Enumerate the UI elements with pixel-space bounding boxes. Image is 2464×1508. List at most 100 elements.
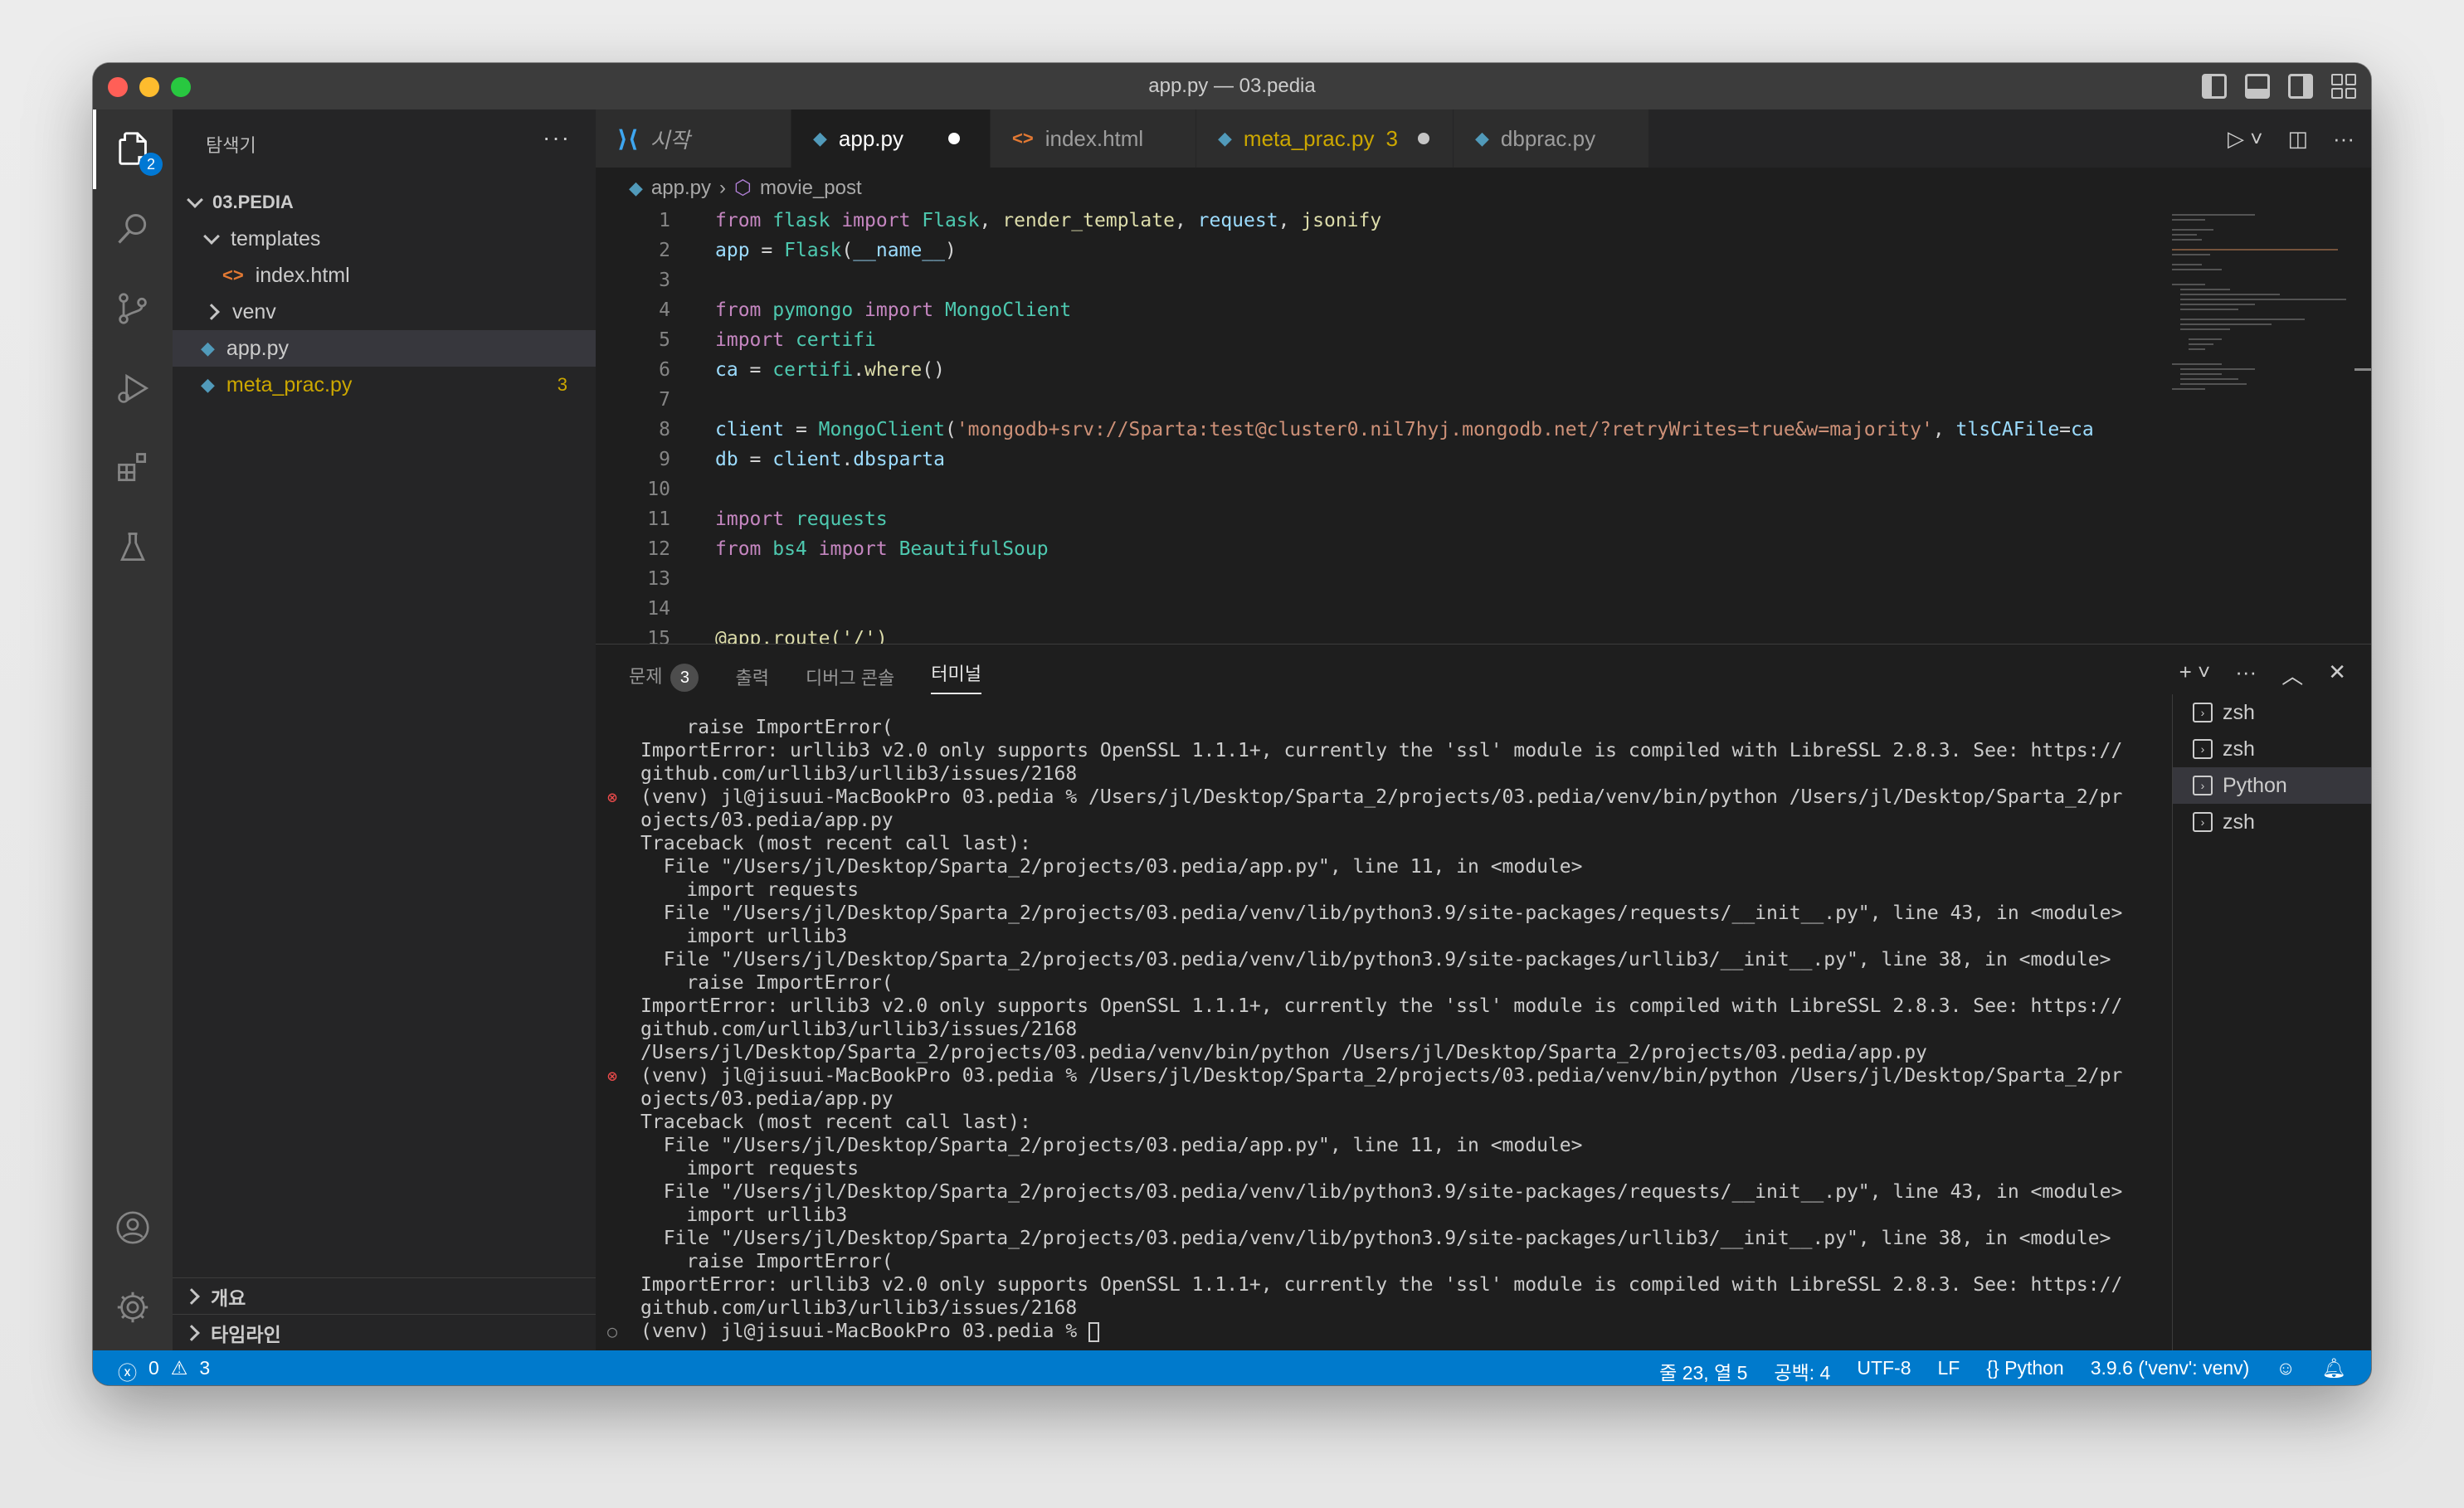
line-number: 6 [659,359,670,381]
tree-item-app-py[interactable]: ◆ app.py [173,330,596,367]
close-panel-icon[interactable]: ✕ [2328,659,2346,690]
terminal-line-text: File "/Users/jl/Desktop/Sparta_2/project… [640,902,2123,924]
line-number: 3 [659,270,670,291]
activity-bar: 2 [93,109,173,1350]
chevron-right-icon [183,1324,200,1341]
bell-icon[interactable]: 🔔︎ [2322,1357,2346,1385]
terminal-line: File "/Users/jl/Desktop/Sparta_2/project… [596,1180,2155,1204]
tab-dbprac[interactable]: ◆ dbprac.py [1454,109,1649,168]
tree-item-meta-prac[interactable]: ◆ meta_prac.py 3 [173,367,596,403]
tree-item-venv[interactable]: venv [173,294,596,330]
outline-section[interactable]: 개요 [173,1277,596,1314]
more-actions-icon[interactable]: ··· [2235,659,2257,690]
more-actions-icon[interactable]: ··· [2333,126,2354,152]
language-mode[interactable]: {} Python [1986,1357,2063,1385]
source-control-activity[interactable] [93,269,173,348]
terminal-line: raise ImportError( [596,971,2155,995]
tab-index-html[interactable]: <> index.html [991,109,1196,168]
terminal-output[interactable]: raise ImportError(ImportError: urllib3 v… [596,716,2155,1346]
toggle-sidebar-icon[interactable] [2202,74,2227,99]
terminal-session[interactable]: › zsh [2173,731,2371,767]
line-ending[interactable]: LF [1938,1357,1960,1385]
breadcrumb-file[interactable]: app.py [651,177,711,200]
explorer-header: 탐색기 [206,135,256,156]
terminal-line-text: raise ImportError( [640,717,894,738]
terminal-line-text: File "/Users/jl/Desktop/Sparta_2/project… [640,949,2111,970]
terminal-line: /Users/jl/Desktop/Sparta_2/projects/03.p… [596,1041,2155,1064]
maximize-panel-icon[interactable]: ︿ [2281,659,2303,690]
feedback-icon[interactable]: ☺ [2276,1357,2295,1385]
run-debug-activity[interactable] [93,348,173,428]
tab-terminal[interactable]: 터미널 [931,659,982,694]
tree-item-templates[interactable]: templates [173,221,596,257]
explorer-badge: 2 [139,153,163,176]
terminal-line-text: raise ImportError( [640,972,894,994]
tab-app-py[interactable]: ◆ app.py [791,109,991,168]
tab-meta-prac[interactable]: ◆ meta_prac.py 3 [1196,109,1454,168]
tab-debug-console[interactable]: 디버그 콘솔 [806,664,894,690]
run-debug-icon [118,373,149,403]
chevron-right-icon: › [718,176,726,199]
terminal-line: ojects/03.pedia/app.py [596,809,2155,832]
breadcrumb-symbol[interactable]: movie_post [760,177,862,200]
toggle-secondary-sidebar-icon[interactable] [2288,74,2313,99]
tab-label: 시작 [650,127,690,153]
code-editor[interactable]: 1 from flask import Flask, render_templat… [596,206,2238,644]
line-number: 15 [647,628,670,644]
tab-problems[interactable]: 문제 3 [629,662,699,693]
tab-welcome[interactable]: ⟩⟨ 시작 [596,109,791,168]
python-icon: ◆ [629,177,643,198]
new-terminal-icon[interactable]: + ˅ [2179,659,2211,690]
terminal-line-text: Traceback (most recent call last): [640,1112,1031,1133]
command-error-icon[interactable]: ⊗ [607,786,617,809]
status-problems[interactable]: ⓧ 0 ⚠ 3 [118,1357,210,1385]
layout-controls [2202,74,2356,99]
tab-output[interactable]: 출력 [735,664,768,690]
terminal-session[interactable]: › zsh [2173,694,2371,731]
terminal-line: ○ (venv) jl@jisuui-MacBookPro 03.pedia % [596,1320,2155,1343]
minimap[interactable] [2155,206,2371,644]
toggle-panel-icon[interactable] [2245,74,2270,99]
timeline-section[interactable]: 타임라인 [173,1314,596,1350]
customize-layout-icon[interactable] [2331,74,2356,99]
split-editor-icon[interactable]: ◫ [2287,126,2308,152]
terminal-session[interactable]: › Python [2173,767,2371,804]
code-line: 4 from pymongo import MongoClient [596,295,2238,325]
indentation[interactable]: 공백: 4 [1774,1357,1830,1385]
tree-item-index-html[interactable]: <> index.html [173,257,596,294]
line-number: 10 [647,479,670,500]
explorer-more-button[interactable]: ··· [543,124,571,151]
chevron-right-icon [203,304,220,320]
terminal-icon: › [2193,739,2213,759]
terminal-line: Traceback (most recent call last): [596,1111,2155,1134]
python-icon: ◆ [1475,128,1489,148]
terminal-line-text: ojects/03.pedia/app.py [640,810,894,831]
extensions-activity[interactable] [93,428,173,508]
code-line: 10 [596,474,2238,504]
run-python-icon[interactable]: ▷ ˅ [2228,126,2262,152]
explorer-activity[interactable]: 2 [93,109,173,189]
line-number: 2 [659,240,670,261]
chevron-down-icon [187,192,203,208]
encoding[interactable]: UTF-8 [1857,1357,1911,1385]
line-number: 9 [659,449,670,470]
terminal-line-text: File "/Users/jl/Desktop/Sparta_2/project… [640,856,1583,878]
unsaved-dot-icon[interactable] [948,133,960,144]
unsaved-dot-icon[interactable] [1417,133,1429,144]
testing-activity[interactable] [93,508,173,587]
terminal-session[interactable]: › zsh [2173,804,2371,840]
manage-activity[interactable] [93,1267,173,1347]
search-activity[interactable] [93,189,173,269]
cursor-position[interactable]: 줄 23, 열 5 [1659,1357,1747,1385]
code-line: 1 from flask import Flask, render_templat… [596,206,2238,236]
terminal-line: ojects/03.pedia/app.py [596,1087,2155,1111]
python-interpreter[interactable]: 3.9.6 ('venv': venv) [2091,1357,2250,1385]
tab-label: app.py [838,125,903,151]
workspace-root[interactable]: 03.PEDIA [173,184,596,221]
warning-icon: ⚠ [170,1357,188,1379]
outline-label: 개요 [211,1287,246,1309]
gear-icon [117,1292,149,1323]
status-right: 줄 23, 열 5 공백: 4 UTF-8 LF {} Python 3.9.6… [1659,1357,2346,1385]
accounts-activity[interactable] [93,1188,173,1267]
command-error-icon[interactable]: ⊗ [607,1064,617,1087]
